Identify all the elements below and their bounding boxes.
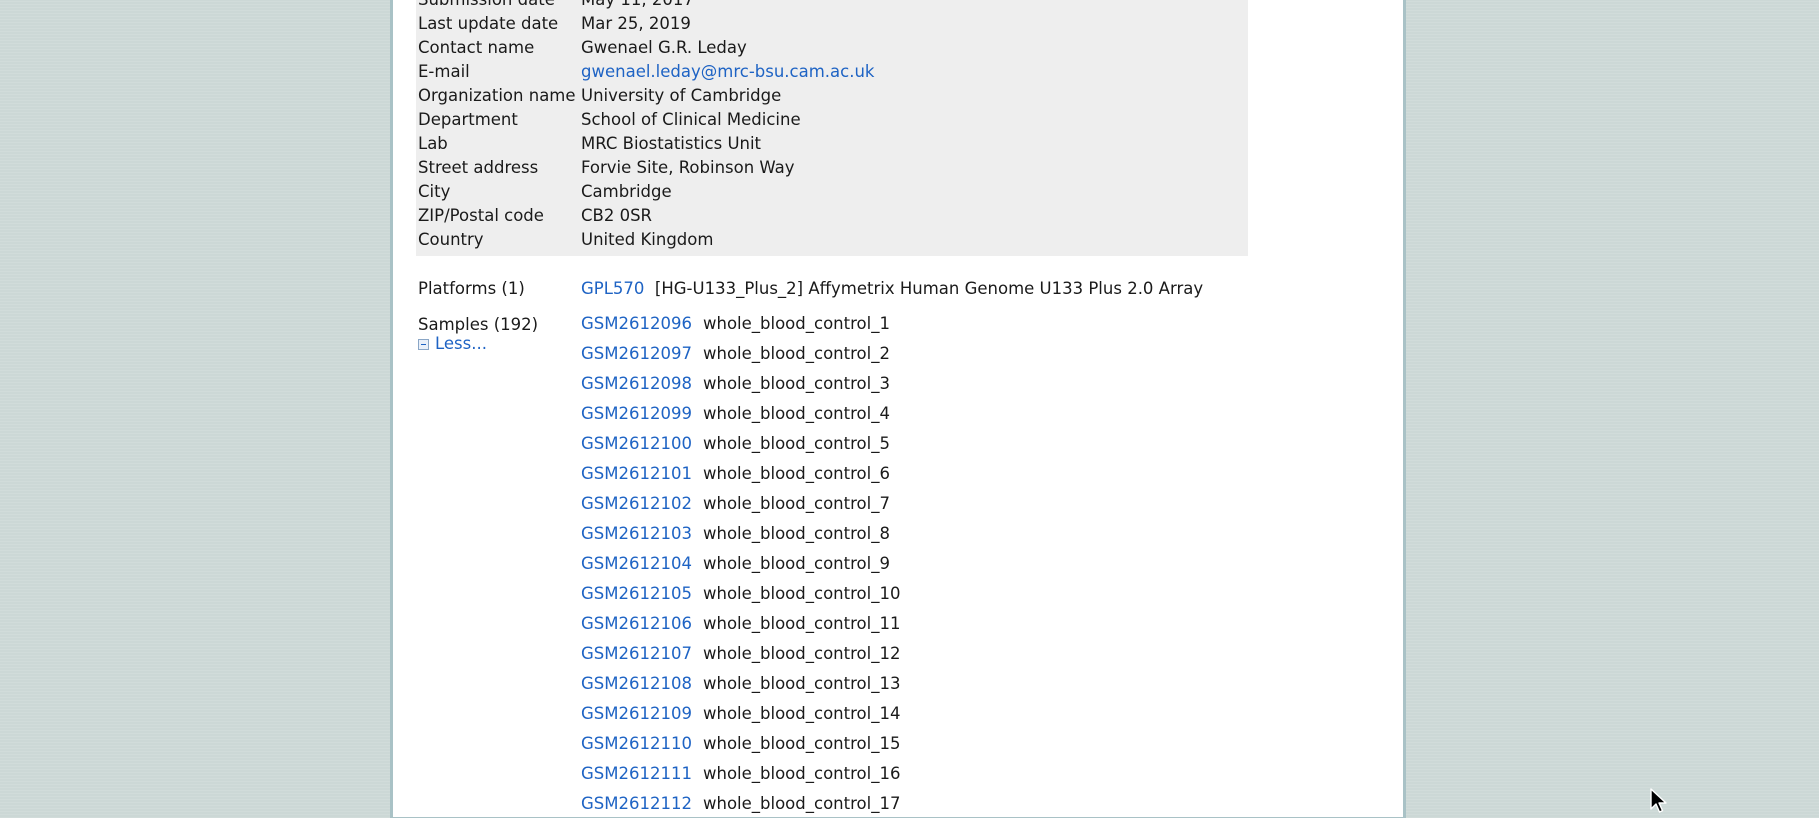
sample-name: whole_blood_control_14 [703,704,901,723]
list-item: GSM2612112 whole_blood_control_17 [581,789,900,818]
contact-row-contact-name: Contact name Gwenael G.R. Leday [416,36,1248,60]
field-value: Mar 25, 2019 [581,14,691,33]
contact-row-street-address: Street address Forvie Site, Robinson Way [416,156,1248,180]
sample-link[interactable]: GSM2612103 [581,519,703,549]
sample-name: whole_blood_control_6 [703,464,890,483]
field-value: May 11, 2017 [581,0,694,12]
sample-name: whole_blood_control_1 [703,314,890,333]
field-label: Organization name [418,86,576,105]
field-label: ZIP/Postal code [418,206,544,225]
contact-row-organization: Organization name University of Cambridg… [416,84,1248,108]
sample-link[interactable]: GSM2612107 [581,639,703,669]
platforms-label: Platforms (1) [418,279,525,298]
list-item: GSM2612098 whole_blood_control_3 [581,369,900,399]
list-item: GSM2612104 whole_blood_control_9 [581,549,900,579]
field-value: Cambridge [581,182,672,201]
list-item: GSM2612101 whole_blood_control_6 [581,459,900,489]
field-label: Contact name [418,38,535,57]
sample-name: whole_blood_control_13 [703,674,901,693]
sample-link[interactable]: GSM2612098 [581,369,703,399]
sample-name: whole_blood_control_17 [703,794,901,813]
sample-name: whole_blood_control_11 [703,614,901,633]
platforms-row: Platforms (1) GPL570 [HG-U133_Plus_2] Af… [418,275,1203,303]
contact-row-submission-date: Submission date May 11, 2017 [416,0,1248,12]
sample-link[interactable]: GSM2612109 [581,699,703,729]
less-toggle[interactable]: Less... [418,333,487,355]
field-value: United Kingdom [581,230,714,249]
minus-box-icon [418,339,429,350]
sample-name: whole_blood_control_9 [703,554,890,573]
sample-name: whole_blood_control_5 [703,434,890,453]
field-label: E-mail [418,62,470,81]
contact-row-last-update-date: Last update date Mar 25, 2019 [416,12,1248,36]
contact-row-email: E-mail gwenael.leday@mrc-bsu.cam.ac.uk [416,60,1248,84]
list-item: GSM2612108 whole_blood_control_13 [581,669,900,699]
list-item: GSM2612109 whole_blood_control_14 [581,699,900,729]
field-value: Forvie Site, Robinson Way [581,158,795,177]
sample-name: whole_blood_control_16 [703,764,901,783]
sample-name: whole_blood_control_15 [703,734,901,753]
list-item: GSM2612097 whole_blood_control_2 [581,339,900,369]
sample-name: whole_blood_control_12 [703,644,901,663]
sample-link[interactable]: GSM2612104 [581,549,703,579]
field-value: University of Cambridge [581,86,782,105]
sample-link[interactable]: GSM2612110 [581,729,703,759]
sample-link[interactable]: GSM2612105 [581,579,703,609]
sample-link[interactable]: GSM2612108 [581,669,703,699]
list-item: GSM2612102 whole_blood_control_7 [581,489,900,519]
contact-info-table: Submission date May 11, 2017 Last update… [416,0,1248,256]
list-item: GSM2612106 whole_blood_control_11 [581,609,900,639]
platform-description: [HG-U133_Plus_2] Affymetrix Human Genome… [654,279,1204,298]
field-value: Gwenael G.R. Leday [581,38,747,57]
platform-link[interactable]: GPL570 [581,279,644,298]
mouse-pointer-icon [1650,788,1667,813]
sample-link[interactable]: GSM2612096 [581,309,703,339]
field-label: Submission date [418,0,555,12]
less-link[interactable]: Less... [435,334,487,353]
sample-name: whole_blood_control_10 [703,584,901,603]
field-label: Lab [418,134,448,153]
sample-name: whole_blood_control_7 [703,494,890,513]
field-label: Street address [418,158,539,177]
contact-row-lab: Lab MRC Biostatistics Unit [416,132,1248,156]
sample-name: whole_blood_control_2 [703,344,890,363]
sample-link[interactable]: GSM2612101 [581,459,703,489]
list-item: GSM2612107 whole_blood_control_12 [581,639,900,669]
list-item: GSM2612100 whole_blood_control_5 [581,429,900,459]
field-label: Department [418,110,518,129]
field-value: MRC Biostatistics Unit [581,134,762,153]
sample-link[interactable]: GSM2612112 [581,789,703,818]
list-item: GSM2612096 whole_blood_control_1 [581,309,900,339]
contact-row-country: Country United Kingdom [416,228,1248,252]
email-link[interactable]: gwenael.leday@mrc-bsu.cam.ac.uk [581,60,875,84]
sample-name: whole_blood_control_3 [703,374,890,393]
content-panel: Submission date May 11, 2017 Last update… [390,0,1406,818]
list-item: GSM2612099 whole_blood_control_4 [581,399,900,429]
sample-link[interactable]: GSM2612097 [581,339,703,369]
platform-entry: GPL570 [HG-U133_Plus_2] Affymetrix Human… [581,275,1203,303]
list-item: GSM2612105 whole_blood_control_10 [581,579,900,609]
sample-link[interactable]: GSM2612111 [581,759,703,789]
field-value: CB2 0SR [581,206,653,225]
field-label: Last update date [418,14,559,33]
field-value: School of Clinical Medicine [581,110,801,129]
sample-link[interactable]: GSM2612099 [581,399,703,429]
list-item: GSM2612103 whole_blood_control_8 [581,519,900,549]
field-label: Country [418,230,484,249]
contact-row-city: City Cambridge [416,180,1248,204]
contact-row-zip: ZIP/Postal code CB2 0SR [416,204,1248,228]
contact-row-department: Department School of Clinical Medicine [416,108,1248,132]
samples-list: GSM2612096 whole_blood_control_1 GSM26120… [581,309,900,818]
field-label: City [418,182,451,201]
sample-name: whole_blood_control_4 [703,404,890,423]
sample-link[interactable]: GSM2612106 [581,609,703,639]
sample-link[interactable]: GSM2612100 [581,429,703,459]
list-item: GSM2612111 whole_blood_control_16 [581,759,900,789]
list-item: GSM2612110 whole_blood_control_15 [581,729,900,759]
sample-name: whole_blood_control_8 [703,524,890,543]
sample-link[interactable]: GSM2612102 [581,489,703,519]
